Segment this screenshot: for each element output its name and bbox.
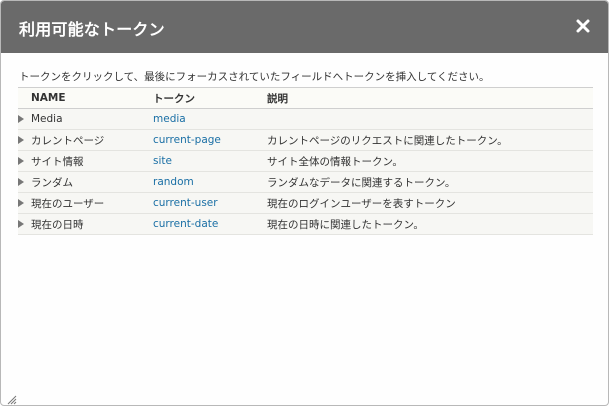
table-row[interactable]: Media media xyxy=(18,108,593,130)
expand-arrow-icon[interactable] xyxy=(18,115,24,123)
token-group-name[interactable]: カレントページ xyxy=(18,129,153,151)
column-header-description: 説明 xyxy=(267,87,593,109)
token-description: ランダムなデータに関連するトークン。 xyxy=(267,171,593,193)
expand-arrow-icon[interactable] xyxy=(18,220,24,228)
close-icon[interactable] xyxy=(572,15,594,37)
column-header-name: NAME xyxy=(18,87,153,109)
token-description: 現在の日時に関連したトークン。 xyxy=(267,213,593,235)
token-value[interactable]: current-date xyxy=(153,213,267,235)
token-description: カレントページのリクエストに関連したトークン。 xyxy=(267,129,593,151)
token-value[interactable]: current-page xyxy=(153,129,267,151)
table-row[interactable]: ランダム random ランダムなデータに関連するトークン。 xyxy=(18,171,593,193)
token-group-name[interactable]: 現在のユーザー xyxy=(18,192,153,214)
token-group-label: カレントページ xyxy=(31,134,105,147)
table-row[interactable]: 現在の日時 current-date 現在の日時に関連したトークン。 xyxy=(18,213,593,235)
expand-arrow-icon[interactable] xyxy=(18,199,24,207)
token-group-label: ランダム xyxy=(31,176,73,189)
token-group-name[interactable]: サイト情報 xyxy=(18,150,153,172)
token-group-label: サイト情報 xyxy=(31,155,84,168)
token-table: NAME トークン 説明 Media media カレントページ current… xyxy=(18,87,593,235)
close-button[interactable] xyxy=(572,15,594,37)
token-dialog: 利用可能なトークン トークンをクリックして、最後にフォーカスされていたフィールド… xyxy=(0,0,609,406)
dialog-titlebar[interactable]: 利用可能なトークン xyxy=(1,1,608,53)
dialog-description: トークンをクリックして、最後にフォーカスされていたフィールドへトークンを挿入して… xyxy=(19,71,490,83)
token-group-name[interactable]: 現在の日時 xyxy=(18,213,153,235)
token-group-name[interactable]: ランダム xyxy=(18,171,153,193)
token-group-label: 現在の日時 xyxy=(31,218,84,231)
dialog-title: 利用可能なトークン xyxy=(19,20,165,39)
expand-arrow-icon[interactable] xyxy=(18,136,24,144)
table-header-row: NAME トークン 説明 xyxy=(18,87,593,109)
token-group-name[interactable]: Media xyxy=(18,108,153,130)
expand-arrow-icon[interactable] xyxy=(18,178,24,186)
token-description: 現在のログインユーザーを表すトークン xyxy=(267,192,593,214)
table-row[interactable]: 現在のユーザー current-user 現在のログインユーザーを表すトークン xyxy=(18,192,593,214)
token-group-label: 現在のユーザー xyxy=(31,197,105,210)
table-row[interactable]: サイト情報 site サイト全体の情報トークン。 xyxy=(18,150,593,172)
token-value[interactable]: random xyxy=(153,171,267,193)
table-row[interactable]: カレントページ current-page カレントページのリクエストに関連したト… xyxy=(18,129,593,151)
token-description xyxy=(267,108,593,130)
expand-arrow-icon[interactable] xyxy=(18,157,24,165)
resize-grip-icon[interactable] xyxy=(7,390,17,405)
column-header-token: トークン xyxy=(153,87,267,109)
token-value[interactable]: current-user xyxy=(153,192,267,214)
token-value[interactable]: site xyxy=(153,150,267,172)
token-value[interactable]: media xyxy=(153,108,267,130)
token-description: サイト全体の情報トークン。 xyxy=(267,150,593,172)
token-group-label: Media xyxy=(31,113,63,125)
